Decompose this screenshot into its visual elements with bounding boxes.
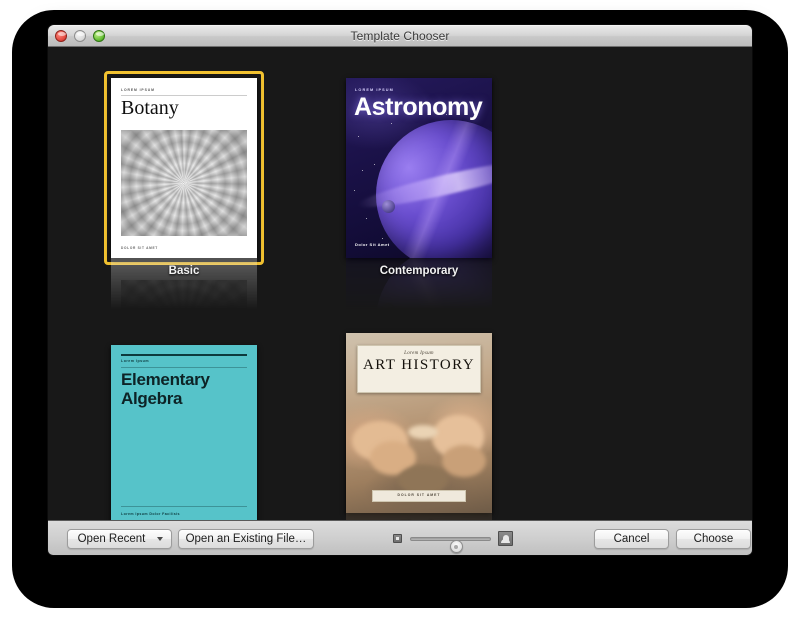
template-thumbnail-classic[interactable]: Lorem Ipsum ART HISTORY DOLOR SIT AMET xyxy=(346,333,492,513)
cover-footer: Lorem Ipsum Dolor Facilisis xyxy=(121,512,180,516)
window-title: Template Chooser xyxy=(350,29,450,43)
small-thumbnail-icon[interactable] xyxy=(393,534,402,543)
template-name-contemporary: Contemporary xyxy=(379,265,459,277)
cover-astronomy: LOREM IPSUM Astronomy Dolor Sit Amet xyxy=(346,78,492,258)
template-thumbnail-contemporary[interactable]: LOREM IPSUM Astronomy Dolor Sit Amet xyxy=(346,78,492,258)
template-item-basic[interactable]: LOREM IPSUM Botany DOLOR SIT AMET Basic xyxy=(85,71,283,314)
dialog-toolbar: Open Recent Open an Existing File… Cance… xyxy=(48,520,752,555)
cover-rule-bottom xyxy=(121,506,247,507)
fresco-figure xyxy=(442,445,486,477)
template-chooser-window: Template Chooser LOREM IPSUM Botany DOLO… xyxy=(48,25,752,555)
template-item-modern-type[interactable]: Lorem Ipsum Elementary Algebra Lorem Ips… xyxy=(85,345,283,520)
choose-button[interactable]: Choose xyxy=(676,529,751,549)
template-item-classic[interactable]: Lorem Ipsum ART HISTORY DOLOR SIT AMET xyxy=(320,333,518,520)
cover-rule xyxy=(121,95,247,96)
fresco-figure xyxy=(408,425,438,439)
cover-rule xyxy=(121,367,247,368)
cover-title: Astronomy xyxy=(354,93,483,121)
template-grid: LOREM IPSUM Botany DOLOR SIT AMET Basic … xyxy=(48,47,752,520)
open-existing-file-button[interactable]: Open an Existing File… xyxy=(178,529,314,549)
large-thumbnail-icon[interactable] xyxy=(498,531,513,546)
dahlia-flower-photo xyxy=(121,130,247,236)
cover-botany: LOREM IPSUM Botany DOLOR SIT AMET xyxy=(111,78,257,258)
template-thumbnail-basic[interactable]: LOREM IPSUM Botany DOLOR SIT AMET xyxy=(104,71,264,265)
slider-knob[interactable] xyxy=(449,540,463,553)
cancel-button[interactable]: Cancel xyxy=(594,529,669,549)
cover-elementary-algebra: Lorem Ipsum Elementary Algebra Lorem Ips… xyxy=(111,345,257,520)
cover-footer-box: DOLOR SIT AMET xyxy=(372,490,466,502)
open-recent-button[interactable]: Open Recent xyxy=(67,529,172,549)
cover-title: Botany xyxy=(121,97,179,119)
template-item-contemporary[interactable]: LOREM IPSUM Astronomy Dolor Sit Amet Con… xyxy=(320,78,518,314)
cover-footer: DOLOR SIT AMET xyxy=(397,493,441,497)
cover-kicker: Lorem Ipsum xyxy=(121,359,150,363)
open-recent-label: Open Recent xyxy=(77,533,146,545)
thumbnail-size-slider[interactable] xyxy=(393,530,513,553)
cover-art-history: Lorem Ipsum ART HISTORY DOLOR SIT AMET xyxy=(346,333,492,513)
thumbnail-reflection xyxy=(346,513,492,520)
cover-title: ART HISTORY xyxy=(363,357,475,373)
slider-track[interactable] xyxy=(410,537,491,553)
cover-title: Elementary Algebra xyxy=(121,370,210,409)
template-gallery: LOREM IPSUM Botany DOLOR SIT AMET Basic … xyxy=(48,47,752,520)
cancel-label: Cancel xyxy=(613,533,650,545)
cover-footer: Dolor Sit Amet xyxy=(355,242,390,247)
moon-graphic xyxy=(382,200,395,213)
cover-top-bar xyxy=(121,354,247,356)
chevron-down-icon xyxy=(157,537,163,541)
template-thumbnail-modern-type[interactable]: Lorem Ipsum Elementary Algebra Lorem Ips… xyxy=(111,345,257,520)
cover-kicker: Lorem Ipsum xyxy=(404,351,434,356)
cover-kicker: LOREM IPSUM xyxy=(121,88,155,92)
cover-footer: DOLOR SIT AMET xyxy=(121,246,158,250)
template-name-basic: Basic xyxy=(168,265,200,277)
window-titlebar[interactable]: Template Chooser xyxy=(48,25,752,47)
choose-label: Choose xyxy=(693,533,734,545)
cover-title-box: Lorem Ipsum ART HISTORY xyxy=(357,345,481,393)
cover-kicker: LOREM IPSUM xyxy=(355,88,394,92)
screen: Template Chooser LOREM IPSUM Botany DOLO… xyxy=(0,0,800,617)
open-existing-file-label: Open an Existing File… xyxy=(185,533,307,545)
